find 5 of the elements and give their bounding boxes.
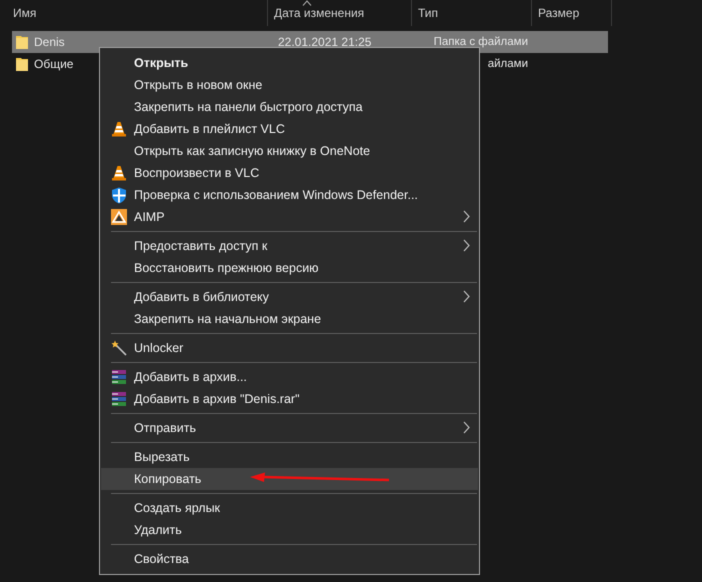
- file-name: Denis: [34, 35, 65, 49]
- type-text: Папка с файлами: [434, 36, 528, 48]
- file-name: Общие: [34, 57, 74, 71]
- type-text: айлами: [488, 58, 528, 70]
- date-text: 22.01.2021 21:25: [278, 35, 372, 49]
